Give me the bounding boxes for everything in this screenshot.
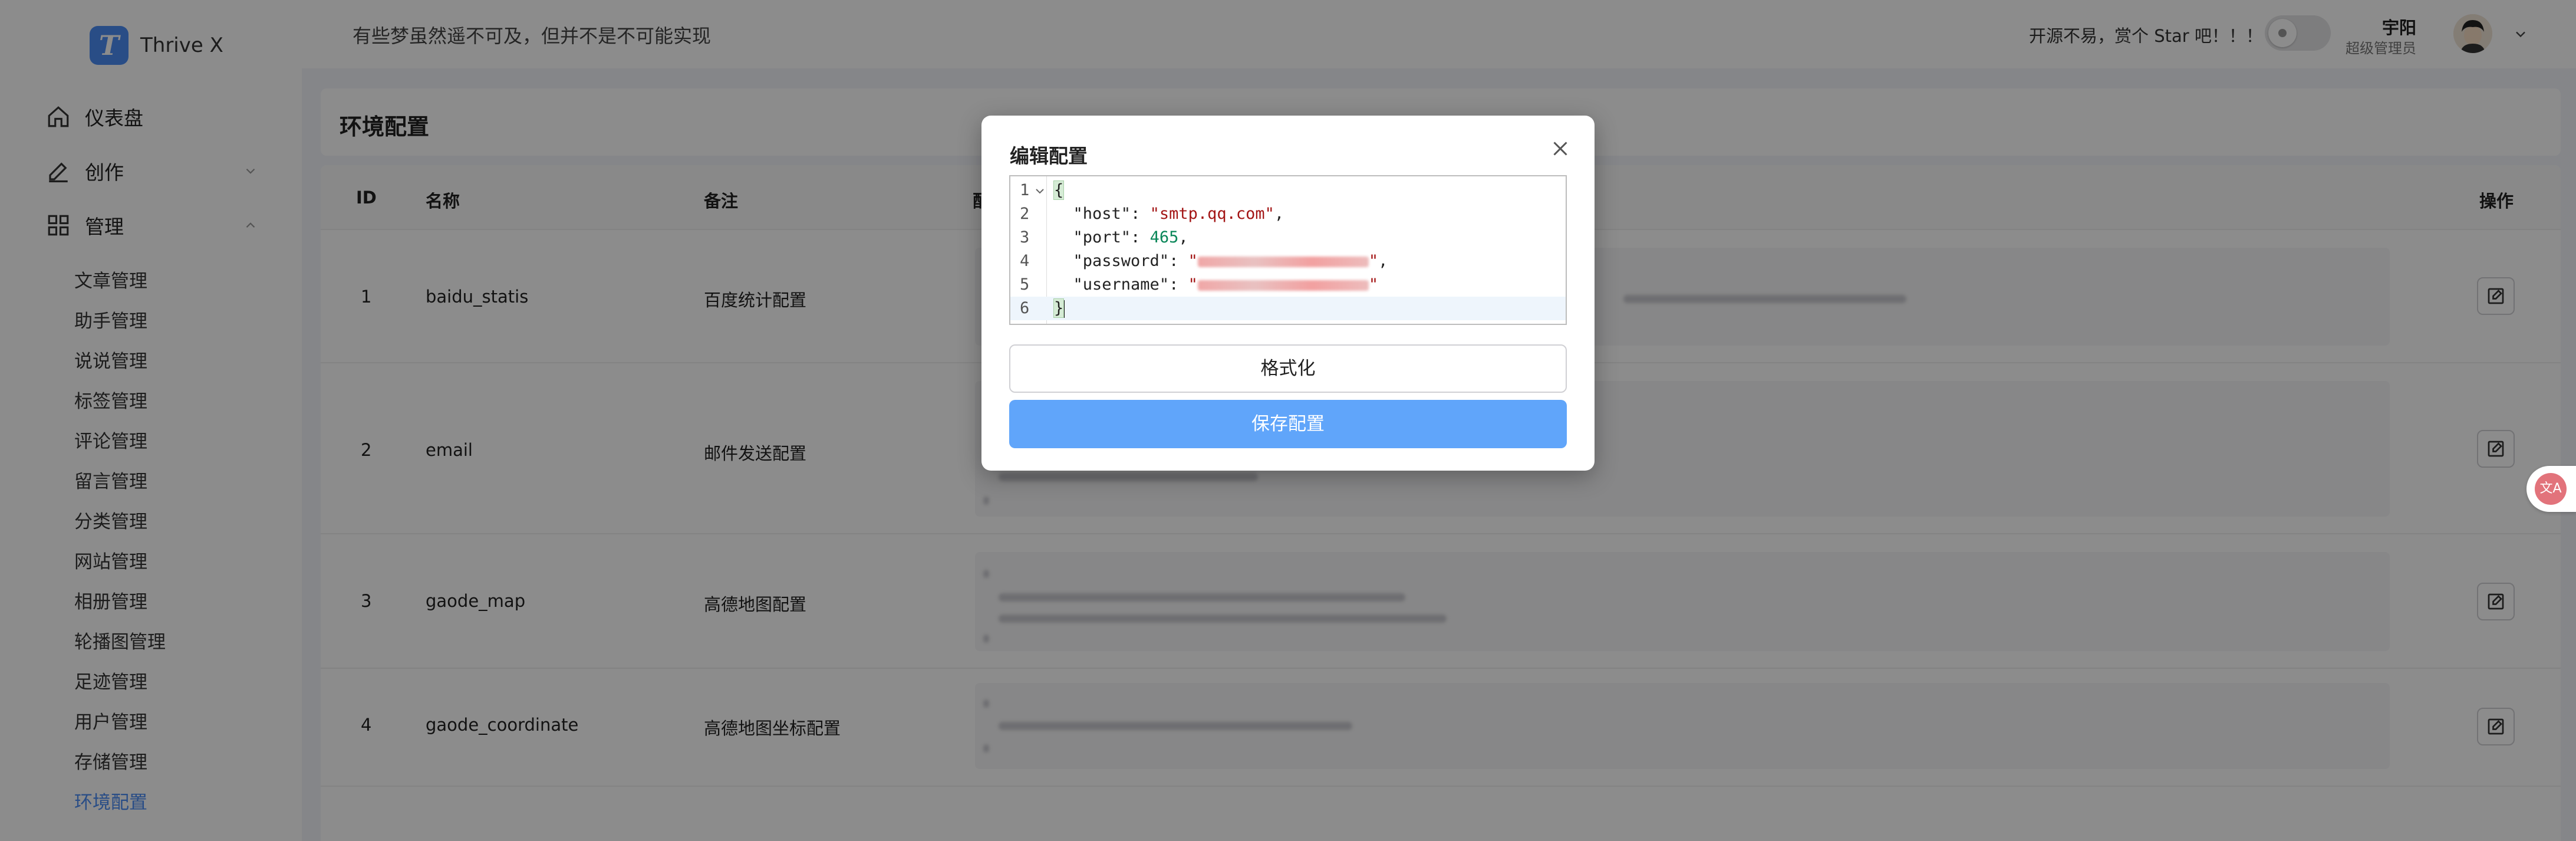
- json-code-editor[interactable]: 1 { 2 "host": "smtp.qq.com", 3 "port": 4…: [1009, 175, 1567, 325]
- line-number: 5: [1020, 275, 1030, 294]
- code-line: 4 "password": " ",: [1010, 249, 1566, 273]
- code-text: "port": 465,: [1073, 228, 1188, 247]
- close-icon[interactable]: [1550, 138, 1571, 159]
- code-line: 2 "host": "smtp.qq.com",: [1010, 202, 1566, 226]
- fold-chevron-icon[interactable]: [1034, 179, 1046, 202]
- text-caret: [1063, 300, 1065, 318]
- edit-config-modal: 编辑配置 1 { 2 "host": "smtp.qq.com", 3 "por…: [981, 116, 1595, 471]
- translate-icon: 文A: [2535, 473, 2567, 505]
- line-number: 2: [1020, 205, 1030, 223]
- modal-title: 编辑配置: [1010, 144, 1088, 167]
- code-text: {: [1053, 180, 1065, 200]
- code-text: }: [1053, 298, 1065, 318]
- line-number: 6: [1020, 299, 1030, 317]
- line-number: 3: [1020, 228, 1030, 247]
- redacted-username: [1197, 280, 1369, 291]
- code-line: 3 "port": 465,: [1010, 226, 1566, 249]
- code-line: 6 }: [1010, 297, 1566, 320]
- code-line: 5 "username": " ": [1010, 273, 1566, 297]
- code-text: "host": "smtp.qq.com",: [1073, 205, 1284, 223]
- translate-widget[interactable]: 文A: [2526, 466, 2576, 512]
- code-text: "password": " ",: [1073, 252, 1388, 270]
- line-number: 4: [1020, 252, 1030, 270]
- format-button[interactable]: 格式化: [1009, 344, 1567, 393]
- save-config-button[interactable]: 保存配置: [1009, 400, 1567, 448]
- code-line: 1 {: [1010, 179, 1566, 202]
- redacted-password: [1197, 256, 1369, 267]
- code-text: "username": " ": [1073, 275, 1379, 294]
